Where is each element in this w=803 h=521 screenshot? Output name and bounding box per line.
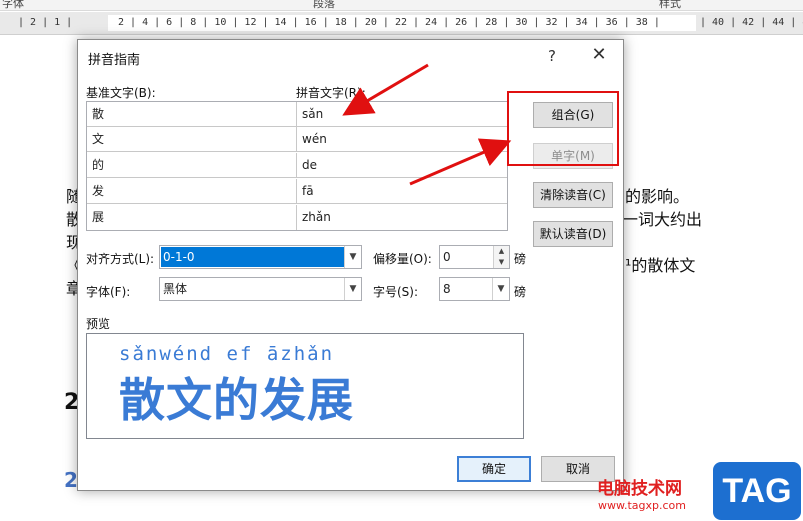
watermark-site-name: 电脑技术网 — [597, 479, 682, 499]
annotation-arrows — [342, 63, 512, 186]
arrow-to-buttons — [409, 138, 512, 186]
watermark-url: www.tagxp.com — [598, 499, 686, 512]
watermark-tag-logo: TAG — [713, 462, 801, 520]
arrow-to-ruby — [342, 63, 429, 116]
